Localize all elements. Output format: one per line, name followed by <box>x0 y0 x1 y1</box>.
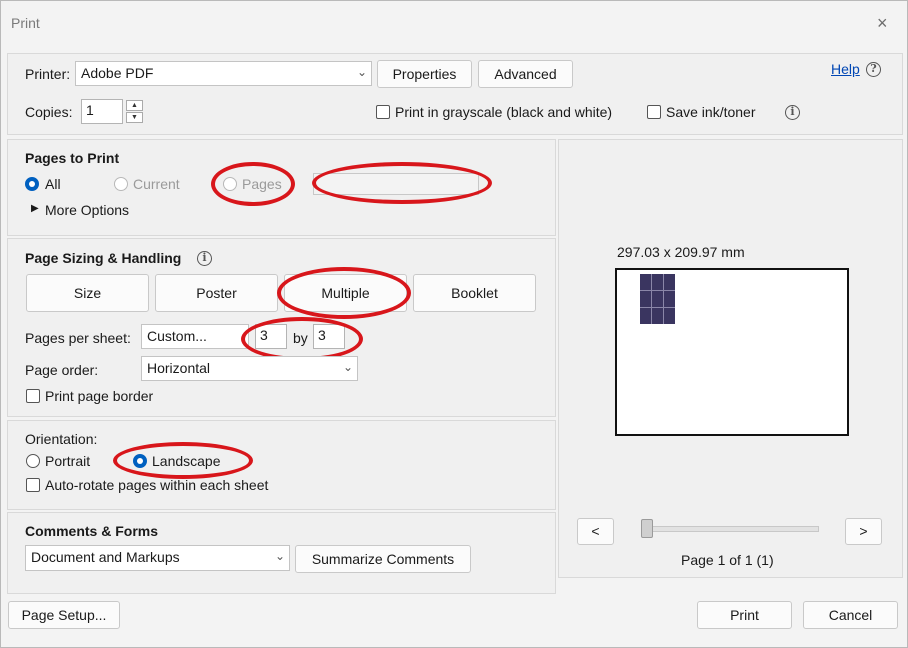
all-label: All <box>45 176 61 192</box>
annotation-circle-pages <box>211 162 295 206</box>
close-icon[interactable]: × <box>877 13 888 34</box>
autorotate-label: Auto-rotate pages within each sheet <box>45 477 269 493</box>
booklet-tab[interactable]: Booklet <box>413 274 536 312</box>
page-setup-button[interactable]: Page Setup... <box>8 601 120 629</box>
info-icon[interactable]: i <box>785 105 800 120</box>
comments-select[interactable]: Document and Markups ⌄ <box>25 545 290 571</box>
help-icon[interactable]: ? <box>866 62 881 77</box>
copies-label: Copies: <box>25 104 73 120</box>
autorotate-checkbox[interactable] <box>26 478 40 492</box>
preview-sheet <box>615 268 849 436</box>
page-border-checkbox[interactable] <box>26 389 40 403</box>
page-order-value: Horizontal <box>147 360 211 376</box>
grayscale-checkbox[interactable] <box>376 105 390 119</box>
pages-per-sheet-label: Pages per sheet: <box>25 330 131 346</box>
annotation-circle-landscape <box>113 442 253 479</box>
window-title: Print <box>11 15 40 31</box>
grayscale-label: Print in grayscale (black and white) <box>395 104 613 120</box>
save-ink-checkbox[interactable] <box>647 105 661 119</box>
chevron-down-icon: ⌄ <box>342 360 353 374</box>
page-info: Page 1 of 1 (1) <box>681 552 774 568</box>
page-order-label: Page order: <box>25 362 99 378</box>
print-dialog: Print × Printer: Adobe PDF ⌄ Properties … <box>0 0 908 648</box>
annotation-circle-multiple <box>277 267 411 319</box>
comments-heading: Comments & Forms <box>25 523 159 539</box>
save-ink-label: Save ink/toner <box>666 104 756 120</box>
printer-select[interactable]: Adobe PDF ⌄ <box>75 61 372 86</box>
annotation-circle-grid <box>241 317 363 361</box>
preview-dimensions: 297.03 x 209.97 mm <box>617 244 745 260</box>
all-radio[interactable] <box>25 177 39 191</box>
summarize-comments-button[interactable]: Summarize Comments <box>295 545 471 573</box>
more-options-label[interactable]: More Options <box>45 202 129 218</box>
copies-input[interactable]: 1 <box>81 99 123 124</box>
chevron-down-icon: ⌄ <box>356 65 367 79</box>
pages-per-sheet-value: Custom... <box>147 328 207 344</box>
preview-thumbnails <box>640 274 675 324</box>
pages-per-sheet-select[interactable]: Custom... <box>141 324 249 349</box>
portrait-label: Portrait <box>45 453 91 469</box>
cancel-button[interactable]: Cancel <box>803 601 898 629</box>
help-link[interactable]: Help <box>831 61 860 77</box>
pages-to-print-heading: Pages to Print <box>25 150 120 166</box>
page-slider-thumb[interactable] <box>641 519 653 538</box>
next-page-button[interactable]: > <box>845 518 882 545</box>
spin-up-icon[interactable]: ▲ <box>126 100 143 111</box>
page-slider-track[interactable] <box>641 526 819 532</box>
spin-down-icon[interactable]: ▼ <box>126 112 143 123</box>
page-order-select[interactable]: Horizontal ⌄ <box>141 356 358 381</box>
page-border-label: Print page border <box>45 388 154 404</box>
poster-tab[interactable]: Poster <box>155 274 278 312</box>
current-radio[interactable] <box>114 177 128 191</box>
printer-label: Printer: <box>25 66 71 82</box>
annotation-circle-range <box>312 162 492 204</box>
chevron-down-icon: ⌄ <box>274 549 285 563</box>
properties-button[interactable]: Properties <box>377 60 472 88</box>
page-sizing-heading: Page Sizing & Handling <box>25 250 182 266</box>
comments-value: Document and Markups <box>31 549 180 565</box>
info-icon[interactable]: i <box>197 251 212 266</box>
advanced-button[interactable]: Advanced <box>478 60 573 88</box>
orientation-heading: Orientation: <box>25 431 98 447</box>
print-button[interactable]: Print <box>697 601 792 629</box>
portrait-radio[interactable] <box>26 454 40 468</box>
triangle-right-icon[interactable]: ▶ <box>31 203 39 214</box>
current-label: Current <box>133 176 180 192</box>
size-tab[interactable]: Size <box>26 274 149 312</box>
printer-value: Adobe PDF <box>81 65 154 81</box>
prev-page-button[interactable]: < <box>577 518 614 545</box>
